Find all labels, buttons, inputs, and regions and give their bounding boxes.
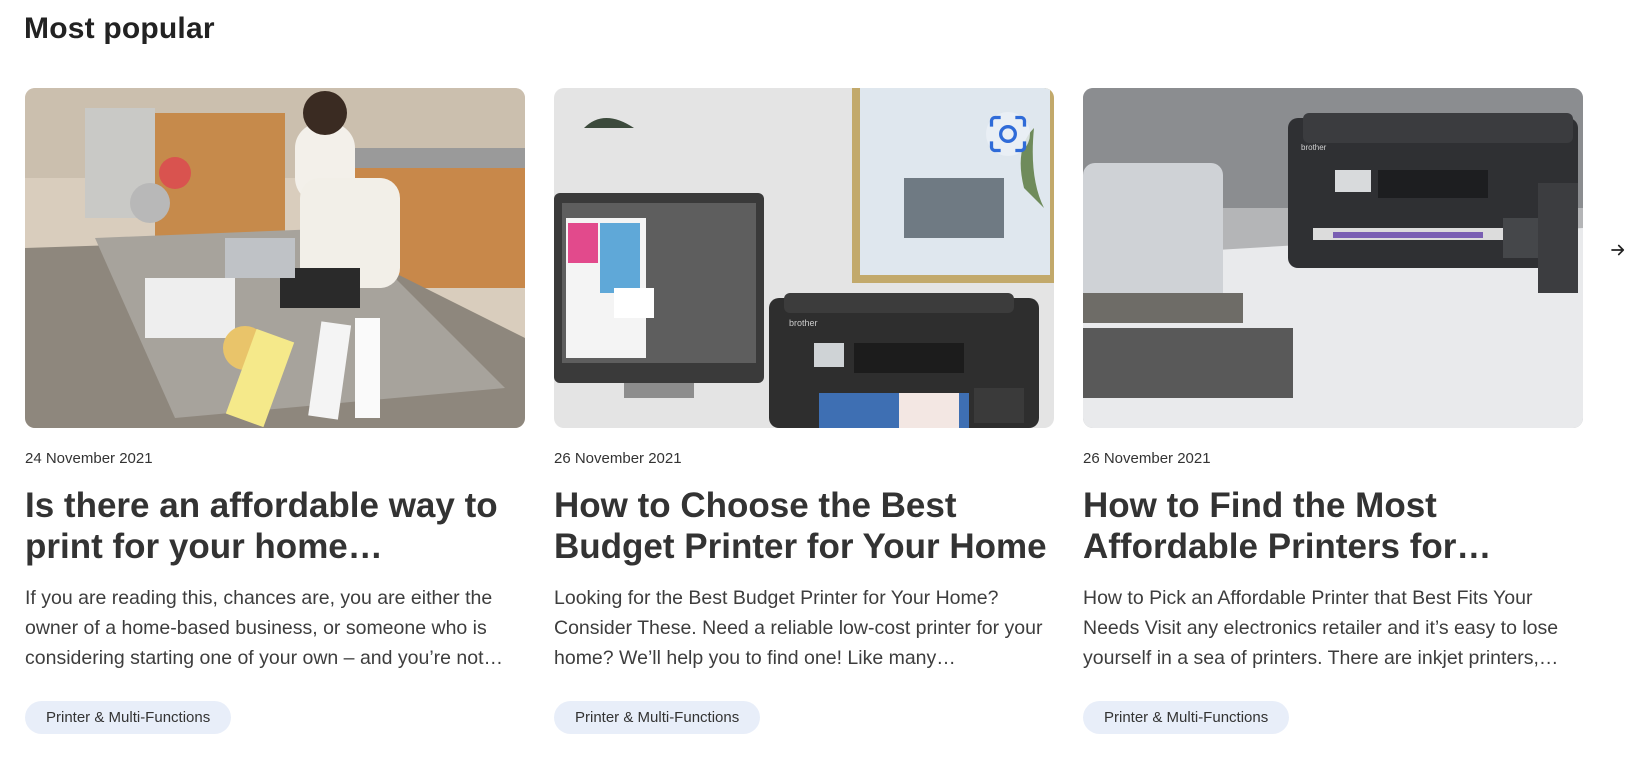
category-tag[interactable]: Printer & Multi-Functions xyxy=(25,701,232,734)
brother-printer-and-monitor-photo: brother xyxy=(554,88,1054,428)
article-thumbnail[interactable]: brother xyxy=(1083,88,1583,428)
article-date: 24 November 2021 xyxy=(25,450,153,467)
article-thumbnail[interactable]: brother xyxy=(554,88,1054,428)
man-at-kitchen-desk-photo xyxy=(25,88,525,428)
article-card[interactable]: brother 26 November 2021 How to Choose t… xyxy=(554,88,1054,734)
article-card[interactable]: 24 November 2021 Is there an affordable … xyxy=(25,88,525,734)
visual-search-button[interactable] xyxy=(986,112,1030,156)
article-excerpt: If you are reading this, chances are, yo… xyxy=(25,587,504,669)
article-title[interactable]: Is there an affordable way to print for … xyxy=(25,485,525,567)
article-card[interactable]: brother 26 November 2021 How to Find the… xyxy=(1083,88,1583,734)
carousel-next-button[interactable] xyxy=(1606,238,1630,262)
article-title[interactable]: How to Choose the Best Budget Printer fo… xyxy=(554,485,1054,567)
article-title[interactable]: How to Find the Most Affordable Printers… xyxy=(1083,485,1583,567)
brother-printer-on-desk-photo: brother xyxy=(1083,88,1583,428)
article-excerpt: How to Pick an Affordable Printer that B… xyxy=(1083,587,1559,669)
category-tag[interactable]: Printer & Multi-Functions xyxy=(1083,701,1290,734)
category-tag[interactable]: Printer & Multi-Functions xyxy=(554,701,761,734)
article-thumbnail[interactable] xyxy=(25,88,525,428)
article-excerpt: Looking for the Best Budget Printer for … xyxy=(554,587,1043,669)
svg-text:brother: brother xyxy=(1301,143,1327,152)
section-title: Most popular xyxy=(24,12,215,45)
article-date: 26 November 2021 xyxy=(1083,450,1211,467)
arrow-right-icon xyxy=(1611,244,1625,256)
most-popular-section: Most popular 24 November 2021 Is there a… xyxy=(0,0,1633,764)
article-date: 26 November 2021 xyxy=(554,450,682,467)
visual-search-icon xyxy=(989,115,1027,153)
svg-text:brother: brother xyxy=(789,318,818,328)
